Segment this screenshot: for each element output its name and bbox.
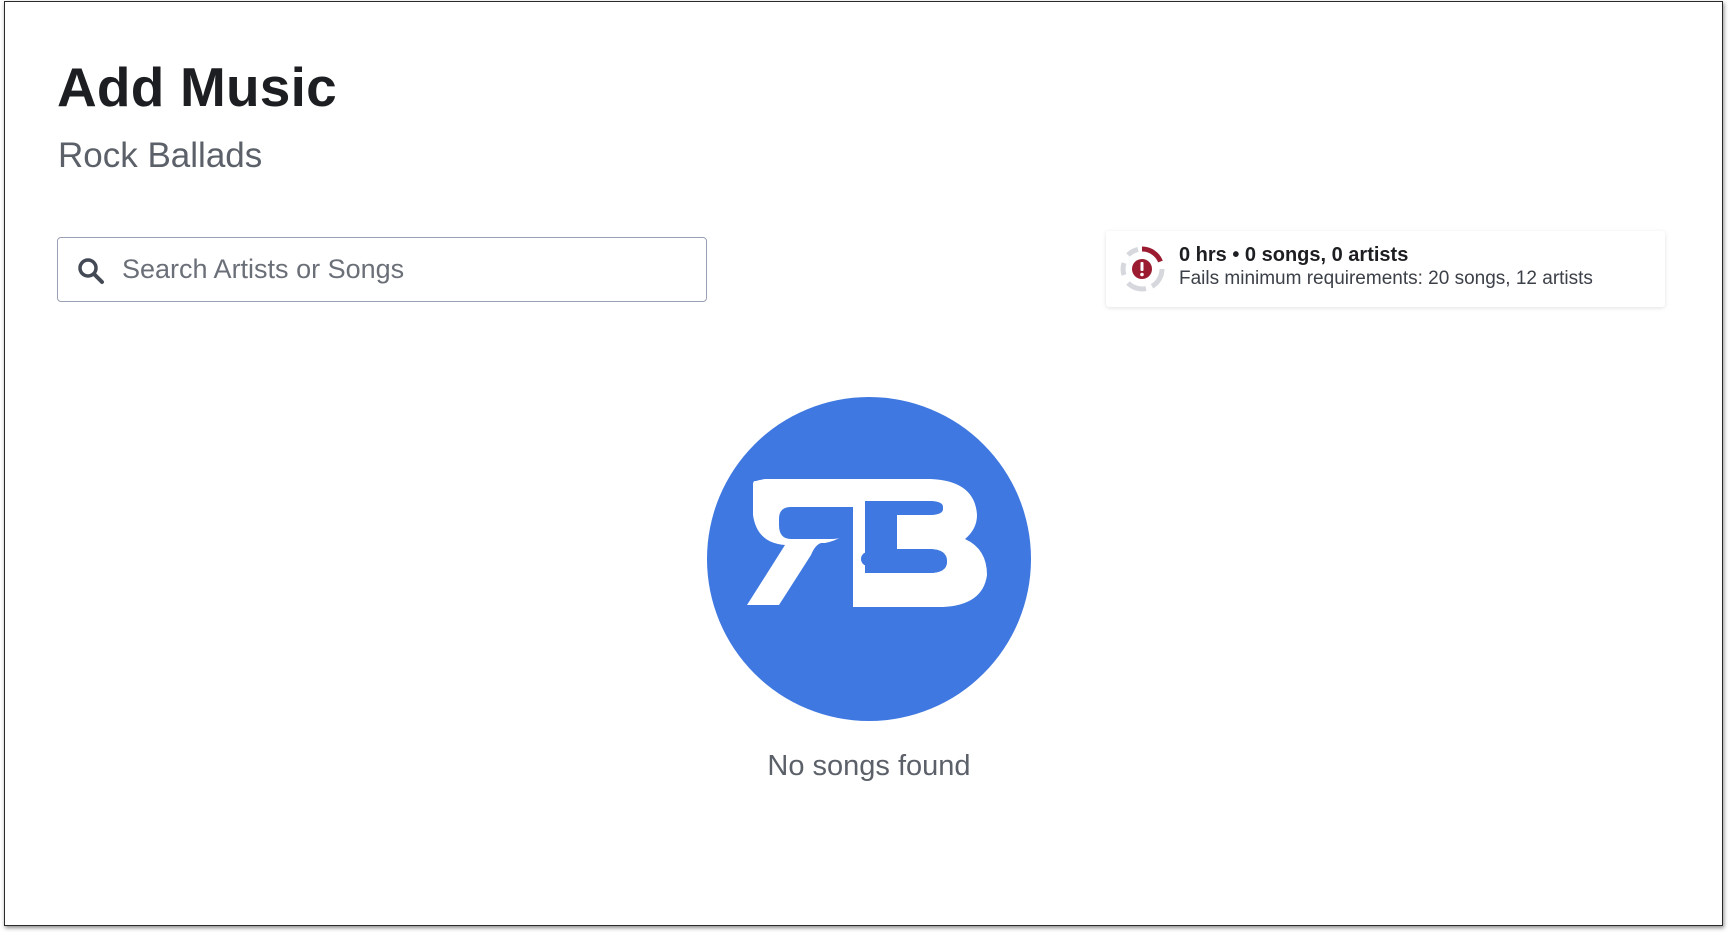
empty-state-message: No songs found: [767, 750, 971, 782]
page-title: Add Music: [57, 56, 337, 118]
playlist-name: Rock Ballads: [58, 136, 263, 175]
requirements-status-card: 0 hrs • 0 songs, 0 artists Fails minimum…: [1106, 231, 1665, 307]
search-input[interactable]: [122, 238, 692, 301]
search-box[interactable]: [57, 237, 707, 302]
status-summary: 0 hrs • 0 songs, 0 artists: [1179, 244, 1409, 266]
alert-progress-icon: [1120, 246, 1165, 292]
app-window: Add Music Rock Ballads 0 hrs • 0 songs, …: [4, 1, 1723, 926]
status-detail: Fails minimum requirements: 20 songs, 12…: [1179, 268, 1593, 289]
rb-logo: [707, 397, 1031, 721]
search-icon: [78, 258, 104, 284]
